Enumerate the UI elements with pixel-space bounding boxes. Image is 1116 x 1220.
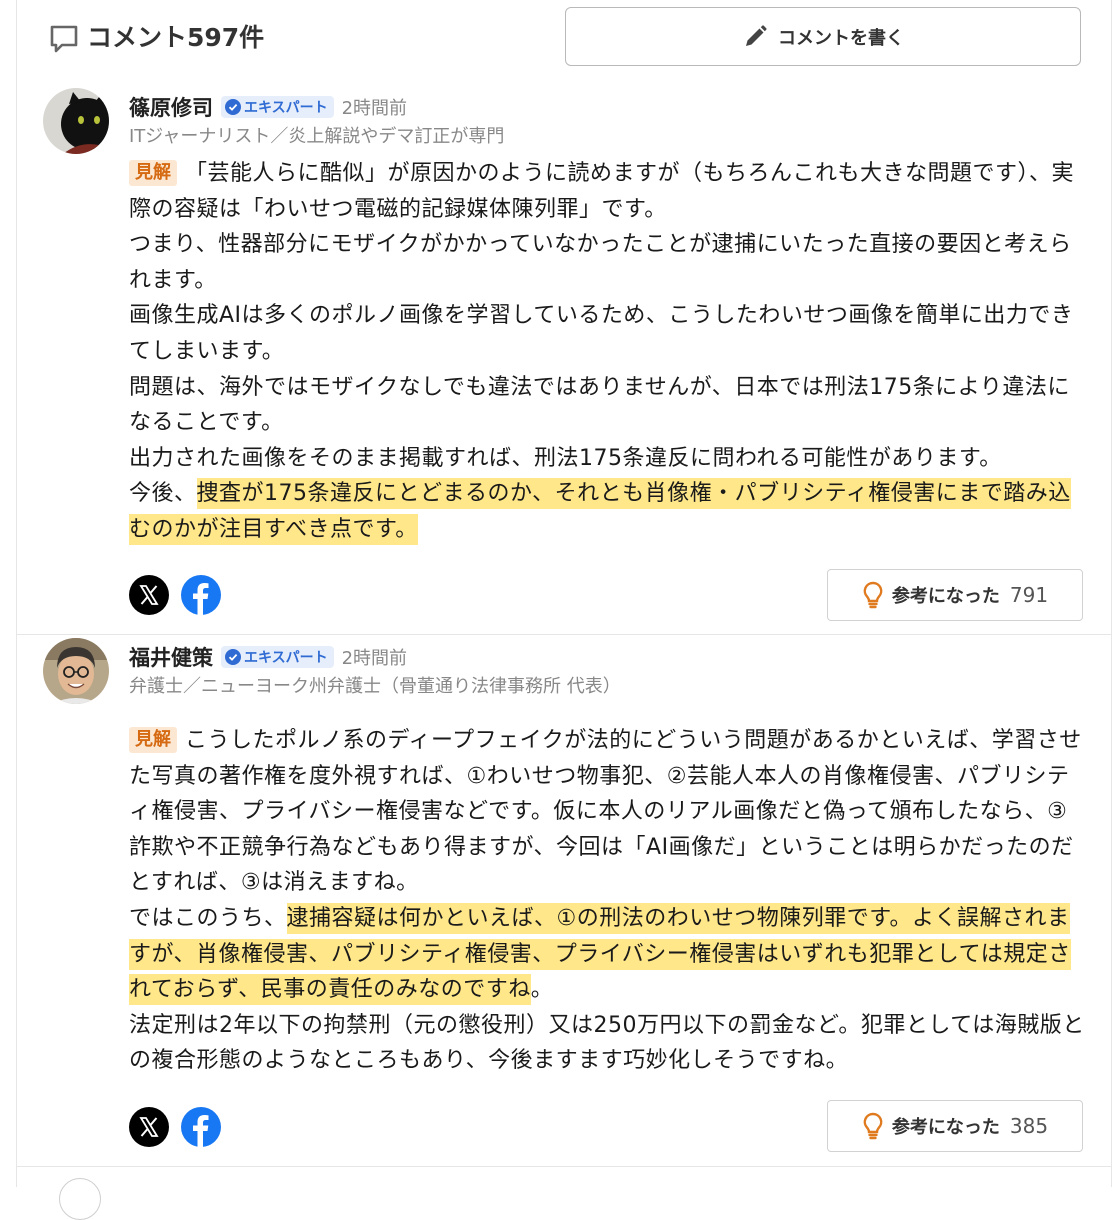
comment-text: こうしたポルノ系のディープフェイクが法的にどういう問題があるかといえば、学習させ… <box>129 728 1082 896</box>
avatar[interactable] <box>43 638 109 704</box>
author-profile: ITジャーナリスト／炎上解説やデマ訂正が専門 <box>129 126 505 147</box>
expert-badge: エキスパート <box>221 96 334 118</box>
comment-text: 問題は、海外ではモザイクなしでも違法ではありませんが、日本では刑法175条により… <box>129 374 1070 436</box>
share-buttons <box>129 575 221 615</box>
highlighted-text: 捜査が175条違反にとどまるのか、それとも肖像権・パブリシティ権侵害にまで踏み込… <box>129 478 1071 545</box>
verified-check-icon <box>225 99 241 115</box>
comment-text: 出力された画像をそのまま掲載すれば、刑法175条違反に問われる可能性があります。 <box>129 445 1002 471</box>
comment-author: 篠原修司 エキスパート 2時間前 <box>129 92 407 122</box>
author-name[interactable]: 篠原修司 <box>129 92 213 122</box>
expert-badge-label: エキスパート <box>244 100 328 116</box>
comment-text: ではこのうち、 <box>129 905 287 931</box>
comments-panel: コメント597件 コメントを書く 篠原修司 エキスパート 2時間前 ITジャーナ… <box>16 0 1112 1220</box>
comment-count-title: コメント597件 <box>87 23 265 52</box>
comment-text: 「芸能人らに酷似」が原因かのように読めますが（もちろんこれも大きな問題です）、実… <box>129 161 1075 222</box>
avatar[interactable] <box>59 1178 101 1220</box>
facebook-share-icon[interactable] <box>181 1107 221 1147</box>
comments-header: コメント597件 コメントを書く <box>17 0 1111 80</box>
comment-text: 法定刑は2年以下の拘禁刑（元の懲役刑）又は250万円以下の罰金など。犯罪としては… <box>129 1012 1085 1074</box>
verified-check-icon <box>225 649 241 665</box>
author-name[interactable]: 福井健策 <box>129 642 213 672</box>
comment-item: 篠原修司 エキスパート 2時間前 ITジャーナリスト／炎上解説やデマ訂正が専門 … <box>17 84 1111 635</box>
facebook-share-icon[interactable] <box>181 575 221 615</box>
useful-label: 参考になった <box>891 586 1000 607</box>
comment-item: 福井健策 エキスパート 2時間前 弁護士／ニューヨーク州弁護士（骨董通り法律事務… <box>17 634 1111 1167</box>
comment-text: つまり、性器部分にモザイクがかかっていなかったことが逮捕にいたった直接の要因と考… <box>129 232 1072 293</box>
opinion-tag: 見解 <box>129 160 177 186</box>
opinion-tag: 見解 <box>129 727 177 753</box>
comment-text: 。 <box>530 977 554 1003</box>
comment-time: 2時間前 <box>341 648 408 669</box>
lightbulb-icon <box>863 1112 883 1140</box>
comment-body: 見解 こうしたポルノ系のディープフェイクが法的にどういう問題があるかといえば、学習… <box>129 723 1089 1079</box>
avatar[interactable] <box>43 88 109 154</box>
useful-button[interactable]: 参考になった 791 <box>827 569 1083 621</box>
useful-button[interactable]: 参考になった 385 <box>827 1100 1083 1152</box>
useful-label: 参考になった <box>891 1117 1000 1138</box>
share-buttons <box>129 1107 221 1147</box>
comment-text: 画像生成AIは多くのポルノ画像を学習しているため、こうしたわいせつ画像を簡単に出… <box>129 303 1074 364</box>
expert-badge: エキスパート <box>221 646 334 668</box>
lightbulb-icon <box>863 581 883 609</box>
useful-count: 791 <box>1009 583 1049 607</box>
comment-text: 今後、 <box>129 481 197 507</box>
author-profile: 弁護士／ニューヨーク州弁護士（骨董通り法律事務所 代表） <box>129 676 621 697</box>
comment-time: 2時間前 <box>341 98 408 119</box>
write-comment-label: コメントを書く <box>778 27 904 49</box>
expert-badge-label: エキスパート <box>244 650 328 666</box>
x-share-icon[interactable] <box>129 575 169 615</box>
x-share-icon[interactable] <box>129 1107 169 1147</box>
write-comment-button[interactable]: コメントを書く <box>565 7 1081 66</box>
comment-bubble-icon <box>50 25 78 53</box>
comment-body: 見解 「芸能人らに酷似」が原因かのように読めますが（もちろんこれも大きな問題です）… <box>129 156 1089 548</box>
pencil-icon <box>746 24 767 46</box>
useful-count: 385 <box>1009 1114 1049 1138</box>
comment-author: 福井健策 エキスパート 2時間前 <box>129 642 407 672</box>
